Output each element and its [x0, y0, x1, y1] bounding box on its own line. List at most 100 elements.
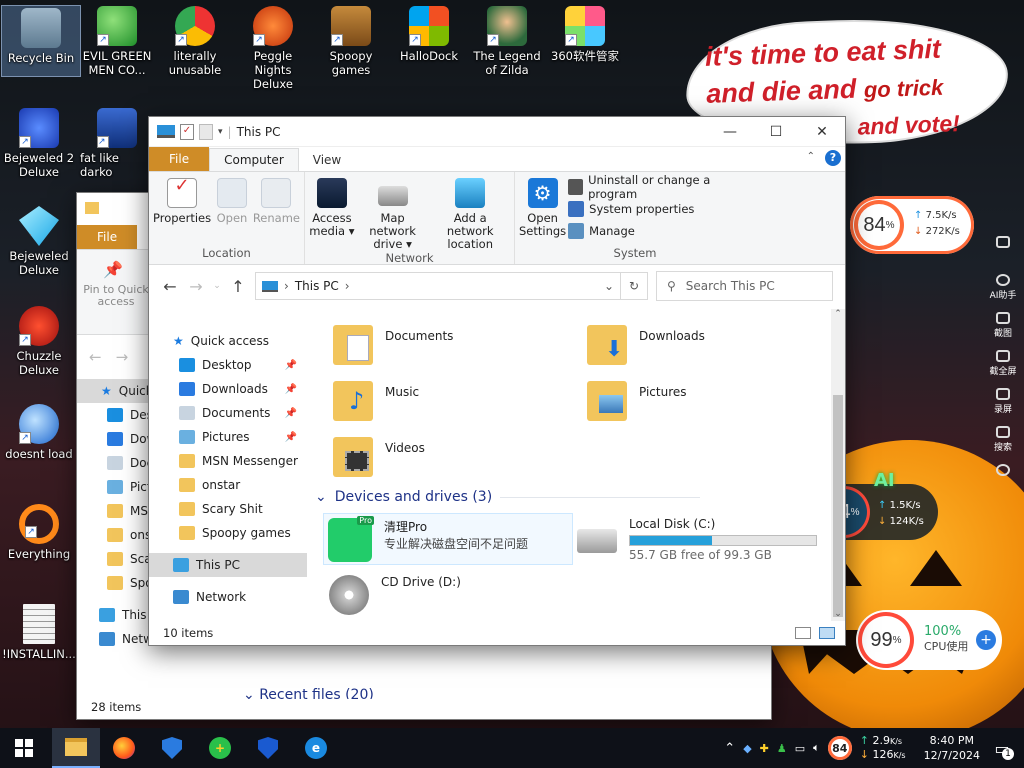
back-arrow-icon[interactable]: ←: [89, 348, 102, 366]
tray-monitor-icon[interactable]: ▭: [795, 742, 805, 755]
scroll-up-icon[interactable]: ⌃: [831, 309, 845, 319]
forward-button[interactable]: →: [187, 277, 205, 296]
desktop-icon-fat-like-darko[interactable]: ↗ fat like darko: [76, 108, 154, 179]
network-speed-widget[interactable]: 84% ↑ 7.5K/s ↓ 272K/s: [850, 196, 974, 254]
vertical-scrollbar[interactable]: ⌃ ⌄: [831, 309, 845, 621]
pin-quick-access-button[interactable]: Pin to Quick access: [83, 284, 149, 308]
nav-item-spoopy-games[interactable]: Spoopy games: [149, 521, 307, 545]
nav-item-desktop[interactable]: Desktop 📌: [149, 353, 307, 377]
cpu-usage-widget[interactable]: 99% 100% CPU使用 +: [856, 610, 1002, 670]
folder-videos[interactable]: Videos: [333, 437, 425, 477]
settings-tool[interactable]: [982, 460, 1024, 498]
tray-user-icon[interactable]: ♟: [777, 742, 787, 755]
open-settings-button[interactable]: ⚙ Open Settings: [519, 174, 566, 246]
desktop-icon-doesnt-load[interactable]: ↗ doesnt load: [0, 404, 78, 461]
drive-cd-d[interactable]: CD Drive (D:): [329, 575, 461, 615]
nav-network[interactable]: Network: [149, 585, 307, 609]
nav-item-pictures[interactable]: Pictures 📌: [149, 425, 307, 449]
up-button[interactable]: ↑: [229, 277, 247, 296]
nav-item-downloads[interactable]: Downloads 📌: [149, 377, 307, 401]
desktop-icon-installing[interactable]: !INSTALLIN...: [0, 604, 78, 661]
tab-file[interactable]: File: [149, 147, 210, 171]
recent-locations-icon[interactable]: ⌄: [213, 281, 221, 291]
taskbar-firefox[interactable]: [100, 728, 148, 768]
add-icon[interactable]: +: [976, 630, 996, 650]
taskbar-green-app[interactable]: +: [196, 728, 244, 768]
fullscreen-screenshot-tool[interactable]: 截全屏: [982, 346, 1024, 384]
refresh-button[interactable]: ↻: [620, 272, 648, 300]
minimize-button[interactable]: —: [707, 117, 753, 147]
forward-arrow-icon[interactable]: →: [116, 348, 129, 366]
access-media-button[interactable]: Access media ▾: [309, 174, 355, 251]
system-properties-button[interactable]: System properties: [568, 200, 751, 218]
nav-quick-access[interactable]: ★ Quick access: [149, 329, 307, 353]
search-tool[interactable]: 搜索: [982, 422, 1024, 460]
tray-volume-icon[interactable]: 🔈︎: [813, 741, 820, 755]
nav-item-msn-messenger[interactable]: MSN Messenger: [149, 449, 307, 473]
drive-cleaner-pro[interactable]: Pro 清理Pro 专业解决磁盘空间不足问题: [323, 513, 573, 565]
new-folder-qa-icon[interactable]: [199, 123, 213, 140]
tab-computer[interactable]: Computer: [209, 148, 299, 171]
taskbar-defender[interactable]: [148, 728, 196, 768]
desktop-icon-bejeweled[interactable]: ↗ Bejeweled Deluxe: [0, 206, 78, 277]
desktop-icon-spoopy-games[interactable]: ↗ Spoopy games: [312, 6, 390, 77]
folder-pictures[interactable]: Pictures: [587, 381, 687, 421]
record-tool[interactable]: 录屏: [982, 384, 1024, 422]
map-network-drive-button[interactable]: Map network drive ▾: [357, 174, 429, 251]
open-button[interactable]: Open: [213, 174, 251, 246]
close-button[interactable]: ✕: [799, 117, 845, 147]
desktop-icon-everything[interactable]: ↗ Everything: [0, 504, 78, 561]
back-file-tab[interactable]: File: [77, 225, 138, 249]
desktop-icon-evil-green-men[interactable]: ↗ EVIL GREEN MEN CO...: [78, 6, 156, 77]
scrollbar-thumb[interactable]: [833, 395, 843, 617]
maximize-button[interactable]: ☐: [753, 117, 799, 147]
title-bar[interactable]: ✓ ▾ | This PC — ☐ ✕: [149, 117, 845, 147]
desktop-icon-legend-of-zilda[interactable]: ↗ The Legend of Zilda: [468, 6, 546, 77]
properties-qa-icon[interactable]: ✓: [180, 123, 194, 140]
taskbar-file-explorer[interactable]: [52, 728, 100, 768]
nav-item-scary-shit[interactable]: Scary Shit: [149, 497, 307, 521]
clock[interactable]: 8:40 PM 12/7/2024: [924, 733, 980, 763]
tray-overflow-icon[interactable]: ⌃: [724, 741, 735, 756]
scroll-down-icon[interactable]: ⌄: [831, 609, 845, 619]
desktop-icon-chuzzle[interactable]: ↗ Chuzzle Deluxe: [0, 306, 78, 377]
address-dropdown-icon[interactable]: ⌄: [604, 279, 614, 293]
manage-button[interactable]: Manage: [568, 222, 751, 240]
add-network-location-button[interactable]: Add a network location: [430, 174, 510, 251]
address-bar[interactable]: › This PC › ⌄: [255, 272, 621, 300]
this-pc-window[interactable]: ✓ ▾ | This PC — ☐ ✕ File Computer View ⌃…: [148, 116, 846, 646]
uninstall-program-button[interactable]: Uninstall or change a program: [568, 173, 751, 201]
nav-this-pc[interactable]: This PC: [149, 553, 307, 577]
screenshot-tool[interactable]: 截图: [982, 308, 1024, 346]
ai-assistant-tool[interactable]: AI助手: [982, 270, 1024, 308]
desktop-icon-peggle[interactable]: ↗ Peggle Nights Deluxe: [234, 6, 312, 91]
taskbar-internet-explorer[interactable]: e: [292, 728, 340, 768]
taskbar-security-app[interactable]: [244, 728, 292, 768]
tray-net-ring[interactable]: 84: [827, 736, 852, 760]
folder-documents[interactable]: Documents: [333, 325, 453, 365]
desktop-icon-hallodock[interactable]: ↗ HalloDock: [390, 6, 468, 63]
desktop-icon-bejeweled-2[interactable]: ↗ Bejeweled 2 Deluxe: [0, 108, 78, 179]
details-view-icon[interactable]: [795, 627, 811, 639]
folder-downloads[interactable]: ⬇ Downloads: [587, 325, 705, 365]
rename-button[interactable]: Rename: [253, 174, 300, 246]
desktop-icon-recycle-bin[interactable]: Recycle Bin: [1, 5, 81, 77]
tray-green-plus-icon[interactable]: ✚: [760, 742, 769, 755]
folder-music[interactable]: ♪ Music: [333, 381, 419, 421]
drive-local-disk-c[interactable]: Local Disk (C:) 55.7 GB free of 99.3 GB: [577, 517, 817, 562]
help-icon[interactable]: ?: [825, 150, 841, 166]
search-box[interactable]: ⚲ Search This PC: [656, 271, 833, 301]
nav-item-documents[interactable]: Documents 📌: [149, 401, 307, 425]
collapse-ribbon-icon[interactable]: ⌃: [807, 151, 815, 162]
back-button[interactable]: ←: [161, 277, 179, 296]
devices-drives-header[interactable]: ⌄ Devices and drives (3): [315, 489, 701, 505]
tray-shield-icon[interactable]: ◆: [743, 742, 751, 755]
nav-item-onstar[interactable]: onstar: [149, 473, 307, 497]
shield-tool[interactable]: [982, 232, 1024, 270]
desktop-icon-360[interactable]: ↗ 360软件管家: [546, 6, 624, 63]
tab-view[interactable]: View: [299, 149, 355, 171]
notification-center[interactable]: ▭ 1: [988, 739, 1016, 760]
qa-dropdown-icon[interactable]: ▾: [218, 127, 223, 137]
start-button[interactable]: [0, 728, 48, 768]
desktop-icon-literally-unusable[interactable]: ↗ literally unusable: [156, 6, 234, 77]
